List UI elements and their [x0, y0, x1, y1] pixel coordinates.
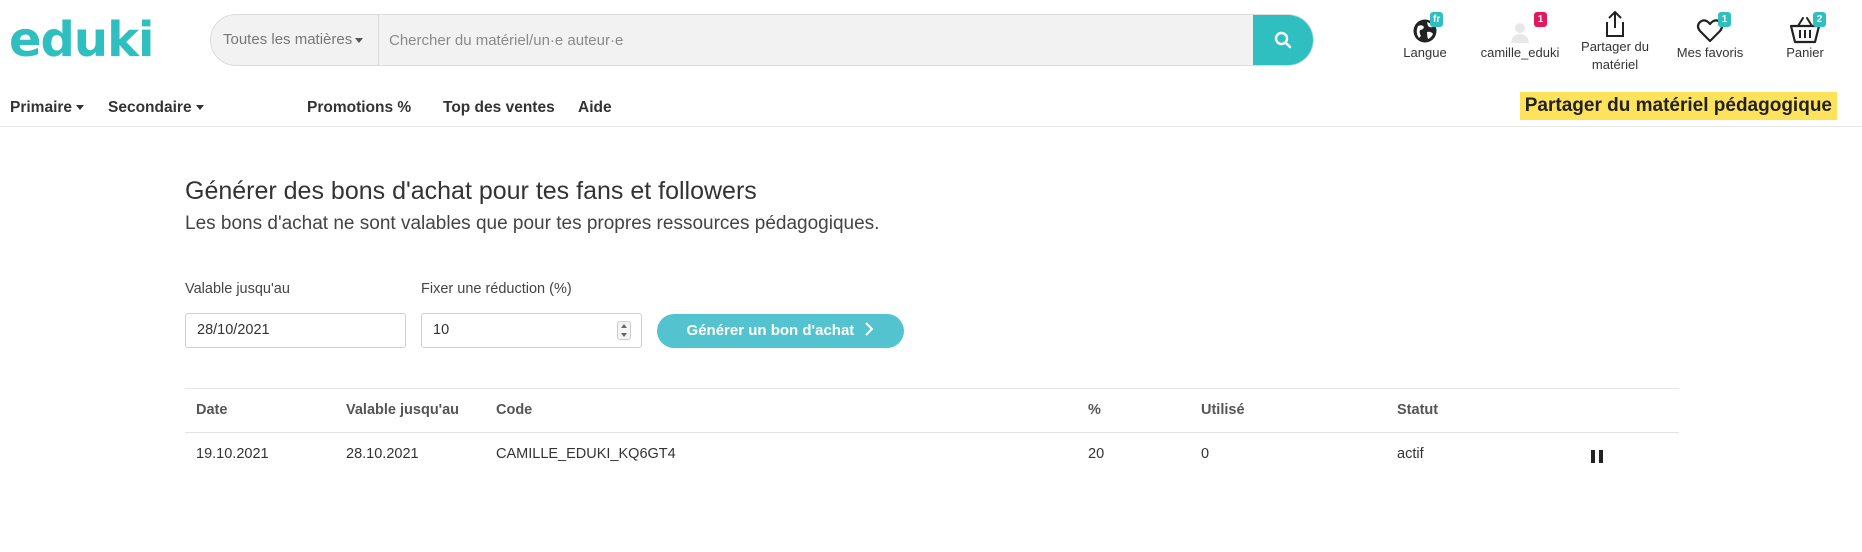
share-material-highlight-link[interactable]: Partager du matériel pédagogique	[1519, 92, 1837, 120]
header-code: Code	[496, 402, 533, 418]
account-badge: 1	[1534, 12, 1547, 27]
chevron-down-icon	[76, 105, 85, 111]
language-menu[interactable]: fr Langue	[1400, 10, 1450, 62]
user-avatar-icon	[1511, 23, 1529, 43]
nav-promotions[interactable]: Promotions %	[307, 99, 411, 117]
header-used: Utilisé	[1201, 402, 1245, 418]
search-bar: Toutes les matières	[210, 14, 1314, 66]
search-button[interactable]	[1253, 15, 1313, 65]
discount-input[interactable]: 10	[421, 313, 642, 348]
header-date: Date	[196, 402, 228, 418]
share-label-line2: matériel	[1591, 57, 1639, 72]
account-label: camille_eduki	[1480, 45, 1560, 60]
favorites-badge: 1	[1718, 12, 1731, 27]
nav-primaire-label: Primaire	[10, 99, 73, 116]
generate-voucher-label: Générer un bon d'achat	[686, 322, 855, 339]
account-menu[interactable]: 1 camille_eduki	[1475, 10, 1565, 62]
search-icon	[1274, 31, 1292, 49]
upload-share-icon	[1606, 10, 1624, 37]
search-input[interactable]	[379, 15, 1263, 65]
table-row: 19.10.2021 28.10.2021 CAMILLE_EDUKI_KQ6G…	[185, 433, 1679, 478]
vouchers-table: Date Valable jusqu'au Code % Utilisé Sta…	[185, 388, 1679, 478]
language-badge: fr	[1430, 12, 1444, 27]
subject-dropdown[interactable]: Toutes les matières	[211, 15, 379, 65]
cart-label: Panier	[1786, 45, 1824, 60]
nav-secondaire-label: Secondaire	[108, 99, 192, 116]
cart-badge: 2	[1813, 12, 1826, 27]
page-title: Générer des bons d'achat pour tes fans e…	[185, 177, 757, 205]
chevron-right-icon	[865, 322, 874, 336]
spinner-down-icon	[621, 332, 627, 337]
nav-primaire[interactable]: Primaire	[10, 99, 85, 117]
nav-aide[interactable]: Aide	[578, 99, 612, 117]
discount-value: 10	[433, 322, 450, 338]
cell-percent: 20	[1088, 446, 1105, 462]
number-spinner[interactable]	[617, 321, 631, 340]
spinner-up-icon	[621, 324, 627, 329]
discount-label: Fixer une réduction (%)	[421, 281, 572, 297]
pause-icon[interactable]	[1591, 450, 1603, 463]
generate-voucher-button[interactable]: Générer un bon d'achat	[657, 314, 904, 348]
nav-top-ventes[interactable]: Top des ventes	[443, 99, 555, 117]
share-material-menu[interactable]: Partager du matériel	[1575, 10, 1655, 74]
header-valid-until: Valable jusqu'au	[346, 402, 460, 418]
header-percent: %	[1088, 402, 1101, 418]
valid-until-input[interactable]: 28/10/2021	[185, 313, 406, 348]
cell-date: 19.10.2021	[196, 446, 269, 462]
favorites-menu[interactable]: 1 Mes favoris	[1670, 10, 1750, 62]
chevron-down-icon	[355, 37, 364, 43]
cell-code: CAMILLE_EDUKI_KQ6GT4	[496, 446, 676, 462]
cart-menu[interactable]: 2 Panier	[1775, 10, 1835, 62]
table-header-row: Date Valable jusqu'au Code % Utilisé Sta…	[185, 388, 1679, 433]
share-label-line1: Partager du	[1581, 39, 1649, 54]
favorites-label: Mes favoris	[1676, 45, 1744, 60]
page-subtitle: Les bons d'achat ne sont valables que po…	[185, 213, 880, 234]
nav-secondaire[interactable]: Secondaire	[108, 99, 204, 117]
chevron-down-icon	[195, 105, 204, 111]
language-label: Langue	[1403, 45, 1447, 60]
valid-until-label: Valable jusqu'au	[185, 281, 290, 297]
cell-used: 0	[1201, 446, 1210, 462]
cell-status: actif	[1397, 446, 1424, 462]
subject-dropdown-label: Toutes les matières	[223, 31, 353, 48]
eduki-logo[interactable]: eduki	[9, 14, 154, 66]
header-status: Statut	[1397, 402, 1439, 418]
cell-valid-until: 28.10.2021	[346, 446, 419, 462]
